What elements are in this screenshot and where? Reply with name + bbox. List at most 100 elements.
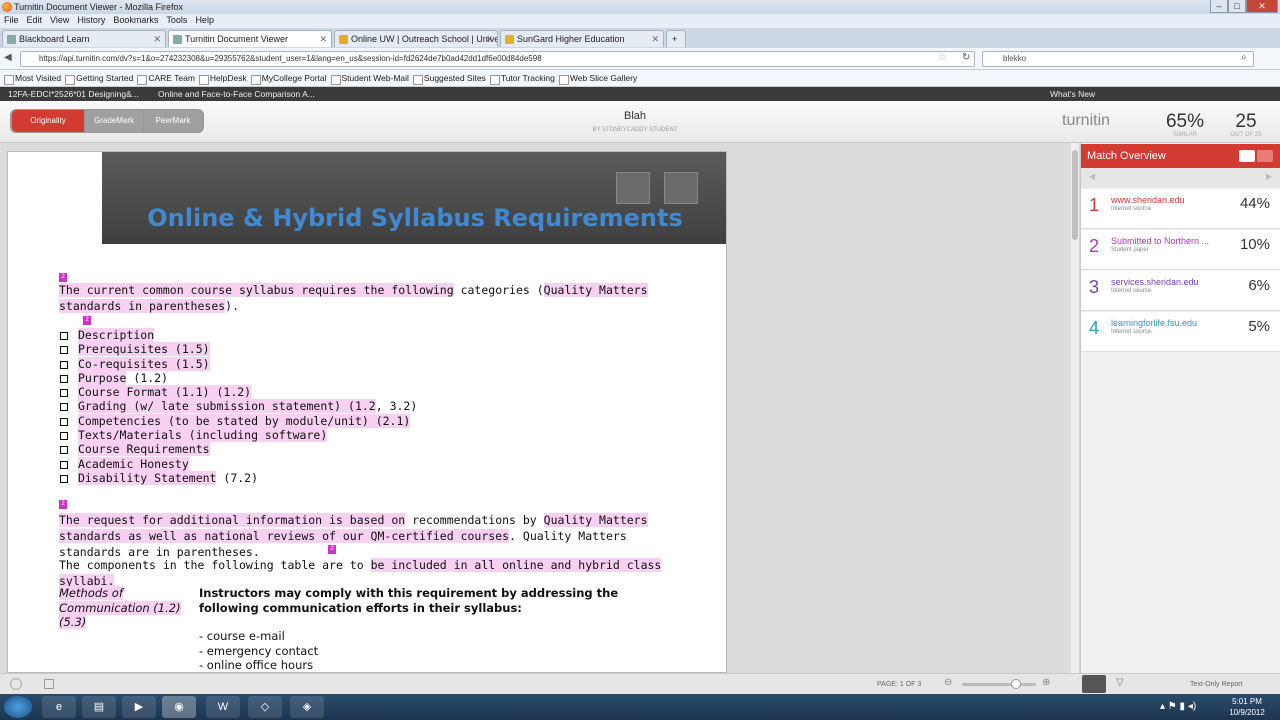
match-highlight[interactable]: Course Requirements <box>78 442 210 457</box>
match-highlight[interactable]: Texts/Materials (including software) <box>78 428 328 443</box>
originality-mode-button[interactable]: Originality <box>12 110 84 132</box>
match-item[interactable]: 1 www.sheridan.edu Internet source 44% <box>1081 189 1280 229</box>
search-icon[interactable]: ⌕ <box>1241 52 1247 63</box>
match-marker-label: 2 <box>328 545 336 554</box>
match-highlight[interactable]: Purpose <box>78 370 127 385</box>
match-marker-2[interactable]: 2 <box>83 312 91 325</box>
match-item[interactable]: 3 services.sheridan.edu Internet source 6% <box>1081 271 1280 311</box>
list-item: Co-requisites (1.5) <box>60 356 417 371</box>
match-highlight[interactable]: Course Format (1.1) (1.2) <box>78 385 252 400</box>
match-item[interactable]: 4 learningforlife.fsu.edu Internet source 5… <box>1081 312 1280 352</box>
clock-date[interactable]: 10/9/2012 <box>1222 708 1272 717</box>
match-number: 3 <box>1089 277 1100 297</box>
whats-new-link[interactable]: What's New <box>1050 87 1095 101</box>
match-list-view-icon[interactable] <box>1239 150 1255 162</box>
grademark-mode-button[interactable]: GradeMark <box>86 110 142 132</box>
previous-arrow-icon[interactable]: ◀ <box>1089 172 1095 181</box>
back-arrow-icon[interactable]: ◀ <box>4 52 12 63</box>
grade-score[interactable]: 25 <box>1228 111 1264 133</box>
class-name[interactable]: 12FA-EDCI*2526*01 Designing&... <box>8 87 139 101</box>
close-tab-icon[interactable]: ✕ <box>153 31 161 47</box>
menu-file[interactable]: File <box>0 14 23 26</box>
media-player-icon[interactable]: ▶ <box>122 696 156 718</box>
match-highlight[interactable]: The current common course syllabus requi… <box>59 283 454 297</box>
recorder-icon[interactable]: ◈ <box>290 696 324 718</box>
app-icon[interactable]: ◇ <box>248 696 282 718</box>
zoom-slider[interactable] <box>962 683 1036 686</box>
match-highlight[interactable]: Methods of Communication (1.2) (5.3) <box>59 586 181 629</box>
match-highlight[interactable]: Disability Statement <box>78 470 217 485</box>
match-highlight[interactable]: Grading (w/ late submission statement) (… <box>78 399 376 414</box>
scrollbar-thumb[interactable] <box>1072 150 1078 240</box>
assignment-name[interactable]: Online and Face-to-Face Comparison A... <box>158 87 315 101</box>
new-tab-button[interactable]: + <box>666 30 686 47</box>
match-highlight[interactable]: Prerequisites (1.5) <box>78 342 210 357</box>
menu-bookmarks[interactable]: Bookmarks <box>109 14 162 26</box>
text-only-report-link[interactable]: Text-Only Report <box>1190 681 1243 688</box>
bookmark-most-visited[interactable]: Most Visited <box>4 70 61 87</box>
close-tab-icon[interactable]: ✕ <box>485 31 493 47</box>
match-marker-4[interactable]: 2 <box>328 541 336 554</box>
start-button[interactable] <box>4 696 32 718</box>
match-source[interactable]: www.sheridan.edu <box>1111 195 1221 205</box>
info-icon[interactable] <box>10 678 22 690</box>
zoom-in-icon[interactable]: ⊕ <box>1042 677 1050 688</box>
tab-turnitin[interactable]: Turnitin Document Viewer ✕ <box>168 30 332 47</box>
bookmark-suggested-sites[interactable]: Suggested Sites <box>412 70 486 87</box>
bookmark-star-icon[interactable]: ☆ <box>938 52 947 63</box>
peermark-mode-button[interactable]: PeerMark <box>144 110 202 132</box>
match-source[interactable]: Submitted to Northern ... <box>1111 236 1221 246</box>
firefox-taskbar-icon[interactable]: ◉ <box>162 696 196 718</box>
print-icon[interactable] <box>44 679 54 689</box>
match-chart-view-icon[interactable] <box>1257 150 1273 162</box>
tab-blackboard[interactable]: Blackboard Learn ✕ <box>2 30 166 47</box>
bookmark-web-slice-gallery[interactable]: Web Slice Gallery <box>558 70 637 87</box>
word-icon[interactable]: W <box>206 696 240 718</box>
similarity-score[interactable]: 65% <box>1158 111 1212 133</box>
match-highlight[interactable]: Co-requisites (1.5) <box>78 356 210 371</box>
bookmark-helpdesk[interactable]: HelpDesk <box>198 70 247 87</box>
close-tab-icon[interactable]: ✕ <box>651 31 659 47</box>
match-highlight[interactable]: Academic Honesty <box>78 456 189 471</box>
list-item: - emergency contact <box>199 643 319 658</box>
tab-online-uw[interactable]: Online UW | Outreach School | Univer... ✕ <box>334 30 498 47</box>
match-view-toggle-icon[interactable] <box>1082 675 1106 693</box>
maximize-button[interactable]: □ <box>1228 0 1246 13</box>
menu-view[interactable]: View <box>46 14 73 26</box>
menu-help[interactable]: Help <box>191 14 218 26</box>
zoom-slider-handle[interactable] <box>1011 679 1021 689</box>
minimize-button[interactable]: – <box>1210 0 1228 13</box>
next-arrow-icon[interactable]: ▶ <box>1266 172 1272 181</box>
bookmark-getting-started[interactable]: Getting Started <box>65 70 133 87</box>
zoom-out-icon[interactable]: ⊖ <box>944 677 952 688</box>
menu-history[interactable]: History <box>73 14 109 26</box>
close-tab-icon[interactable]: ✕ <box>319 31 327 47</box>
internet-explorer-icon[interactable]: e <box>42 696 76 718</box>
match-highlight[interactable]: Competencies (to be stated by module/uni… <box>78 413 411 428</box>
reload-icon[interactable]: ↻ <box>962 52 970 63</box>
tab-sungard[interactable]: SunGard Higher Education ✕ <box>500 30 664 47</box>
match-marker[interactable]: 2 <box>59 273 67 282</box>
match-highlight[interactable]: The request for additional information i… <box>59 513 406 527</box>
request-paragraph: The request for additional information i… <box>59 512 679 560</box>
clock-time[interactable]: 5:01 PM <box>1222 697 1272 706</box>
list-item: Purpose (1.2) <box>60 370 417 385</box>
bookmark-care-team[interactable]: CARE Team <box>137 70 195 87</box>
bookmark-tutor-tracking[interactable]: Tutor Tracking <box>489 70 555 87</box>
file-explorer-icon[interactable]: ▤ <box>82 696 116 718</box>
close-button[interactable]: ✕ <box>1246 0 1278 13</box>
match-marker-label: 2 <box>83 316 91 325</box>
bookmark-student-web-mail[interactable]: Student Web-Mail <box>330 70 409 87</box>
bookmark-mycollege-portal[interactable]: MyCollege Portal <box>250 70 327 87</box>
match-marker-3[interactable]: 2 <box>59 496 67 509</box>
menu-tools[interactable]: Tools <box>162 14 191 26</box>
match-item[interactable]: 2 Submitted to Northern ... Student paper 1… <box>1081 230 1280 270</box>
match-source[interactable]: services.sheridan.edu <box>1111 277 1221 287</box>
system-tray-icons[interactable]: ▴ ⚑ ▮ ◂) <box>1160 701 1196 712</box>
url-input[interactable]: https://api.turnitin.com/dv?s=1&o=274232… <box>20 51 975 67</box>
filter-icon[interactable]: ▽ <box>1116 677 1124 688</box>
match-source[interactable]: learningforlife.fsu.edu <box>1111 318 1221 328</box>
search-input[interactable]: blekko <box>982 51 1254 67</box>
menu-edit[interactable]: Edit <box>23 14 47 26</box>
match-highlight[interactable]: Description <box>78 328 155 342</box>
